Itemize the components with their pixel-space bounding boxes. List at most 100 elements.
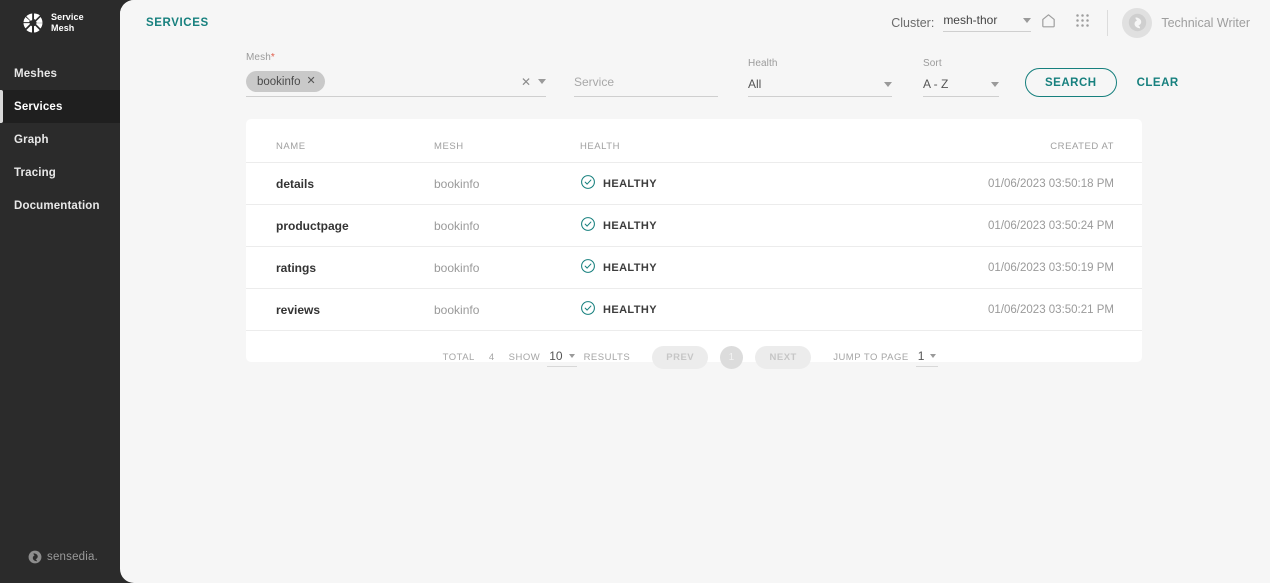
apps-button[interactable] [1065, 6, 1099, 40]
cell-mesh: bookinfo [434, 246, 580, 289]
column-header-mesh[interactable]: MESH [434, 141, 580, 163]
chevron-down-icon [930, 353, 937, 358]
show-label: SHOW [508, 352, 541, 363]
health-filter-label: Health [748, 58, 778, 69]
sensedia-wordmark: sensedia. [47, 551, 99, 563]
chevron-down-icon [991, 81, 999, 87]
sensedia-logo-icon [28, 550, 42, 564]
cell-health: HEALTHY [580, 204, 970, 247]
sidebar-item-label: Services [14, 100, 63, 113]
jump-to-page-value: 1 [917, 348, 925, 363]
brand-text: Service Mesh [51, 12, 84, 33]
services-table: NAME MESH HEALTH CREATED AT details book… [246, 141, 1142, 331]
cell-created-at: 01/06/2023 03:50:24 PM [970, 204, 1142, 247]
sidebar-item-label: Meshes [14, 67, 58, 80]
breadcrumb[interactable]: SERVICES [146, 17, 209, 29]
chip-close-icon[interactable]: ✕ [306, 76, 315, 87]
mesh-filter-label: Mesh* [246, 52, 275, 63]
home-button[interactable] [1031, 6, 1065, 40]
divider [1107, 9, 1109, 36]
cell-name: details [246, 162, 434, 205]
check-circle-icon [580, 300, 596, 319]
search-button[interactable]: SEARCH [1025, 68, 1117, 97]
cluster-label: Cluster: [891, 15, 935, 30]
avatar [1122, 7, 1153, 38]
table-row[interactable]: details bookinfo HEALTHY 01/06/2023 03:5… [246, 162, 1142, 205]
clear-all-icon[interactable]: ✕ [521, 76, 531, 88]
sidebar-item-label: Tracing [14, 166, 56, 179]
user-name: Technical Writer [1161, 15, 1250, 30]
results-label: RESULTS [583, 352, 631, 363]
brand[interactable]: Service Mesh [0, 0, 120, 45]
sidebar-item-tracing[interactable]: Tracing [0, 156, 120, 189]
chevron-down-icon [568, 353, 575, 358]
user-menu[interactable]: Technical Writer [1122, 7, 1250, 38]
cluster-select[interactable]: mesh-thor [943, 13, 1032, 32]
health-label: HEALTHY [603, 261, 657, 274]
table-row[interactable]: ratings bookinfo HEALTHY 01/06/2023 03:5… [246, 246, 1142, 289]
mesh-input-actions: ✕ [521, 76, 546, 88]
cell-created-at: 01/06/2023 03:50:19 PM [970, 246, 1142, 289]
jump-to-page-select[interactable]: 1 [915, 348, 939, 367]
page-size-value: 10 [549, 348, 563, 363]
column-header-created[interactable]: CREATED AT [970, 141, 1142, 163]
sort-filter-value: A - Z [923, 77, 949, 91]
table-row[interactable]: reviews bookinfo HEALTHY 01/06/2023 03:5… [246, 288, 1142, 331]
table-header-row: NAME MESH HEALTH CREATED AT [246, 141, 1142, 163]
cell-health: HEALTHY [580, 246, 970, 289]
check-circle-icon [580, 216, 596, 235]
sidebar-item-graph[interactable]: Graph [0, 123, 120, 156]
top-bar: SERVICES Cluster: mesh-thor Technical Wr… [120, 0, 1270, 45]
table-body: details bookinfo HEALTHY 01/06/2023 03:5… [246, 162, 1142, 331]
search-input[interactable] [574, 75, 718, 89]
jump-to-page-label: JUMP TO PAGE [833, 352, 909, 363]
mesh-chip-label: bookinfo [257, 75, 301, 88]
sort-filter-label: Sort [923, 58, 942, 69]
table-row[interactable]: productpage bookinfo HEALTHY 01/06/2023 … [246, 204, 1142, 247]
chevron-down-icon [884, 81, 892, 87]
cell-name: productpage [246, 204, 434, 247]
cell-name: reviews [246, 288, 434, 331]
health-filter[interactable]: Health All [748, 58, 892, 97]
column-header-health[interactable]: HEALTH [580, 141, 970, 163]
sidebar-item-label: Documentation [14, 199, 100, 212]
app-root: Service Mesh Meshes Services Graph Tracin… [0, 0, 1270, 583]
health-label: HEALTHY [603, 303, 657, 316]
cell-name: ratings [246, 246, 434, 289]
top-bar-right: Cluster: mesh-thor Technical Writer [891, 6, 1250, 40]
home-icon [1040, 12, 1057, 34]
clear-button[interactable]: CLEAR [1137, 68, 1179, 97]
page-size-select[interactable]: 10 [547, 348, 577, 367]
sort-filter[interactable]: Sort A - Z [923, 58, 999, 97]
sidebar-footer: sensedia. [0, 531, 120, 583]
table-head: NAME MESH HEALTH CREATED AT [246, 141, 1142, 163]
sidebar-item-label: Graph [14, 133, 49, 146]
check-circle-icon [580, 258, 596, 277]
cell-created-at: 01/06/2023 03:50:18 PM [970, 162, 1142, 205]
service-mesh-logo-icon [22, 12, 44, 34]
pagination: TOTAL 4 SHOW 10 RESULTS PREV 1 NEXT JUMP… [246, 331, 1142, 369]
sidebar: Service Mesh Meshes Services Graph Tracin… [0, 0, 120, 583]
mesh-chip[interactable]: bookinfo ✕ [246, 71, 325, 92]
sidebar-item-services[interactable]: Services [0, 90, 120, 123]
cell-mesh: bookinfo [434, 162, 580, 205]
sidebar-item-meshes[interactable]: Meshes [0, 57, 120, 90]
health-label: HEALTHY [603, 177, 657, 190]
services-card: NAME MESH HEALTH CREATED AT details book… [246, 119, 1142, 369]
apps-grid-icon [1075, 13, 1090, 33]
sidebar-nav: Meshes Services Graph Tracing Documentat… [0, 57, 120, 222]
column-header-name[interactable]: NAME [246, 141, 434, 163]
mesh-input[interactable]: bookinfo ✕ ✕ [246, 71, 546, 97]
page-number-1[interactable]: 1 [720, 346, 744, 369]
cell-health: HEALTHY [580, 162, 970, 205]
service-filter [574, 73, 718, 97]
prev-page-button[interactable]: PREV [652, 346, 709, 369]
next-page-button[interactable]: NEXT [755, 346, 812, 369]
sidebar-item-documentation[interactable]: Documentation [0, 189, 120, 222]
mesh-filter: Mesh* bookinfo ✕ ✕ [246, 52, 546, 97]
chevron-down-icon[interactable] [538, 79, 546, 84]
chevron-down-icon [1023, 17, 1032, 23]
